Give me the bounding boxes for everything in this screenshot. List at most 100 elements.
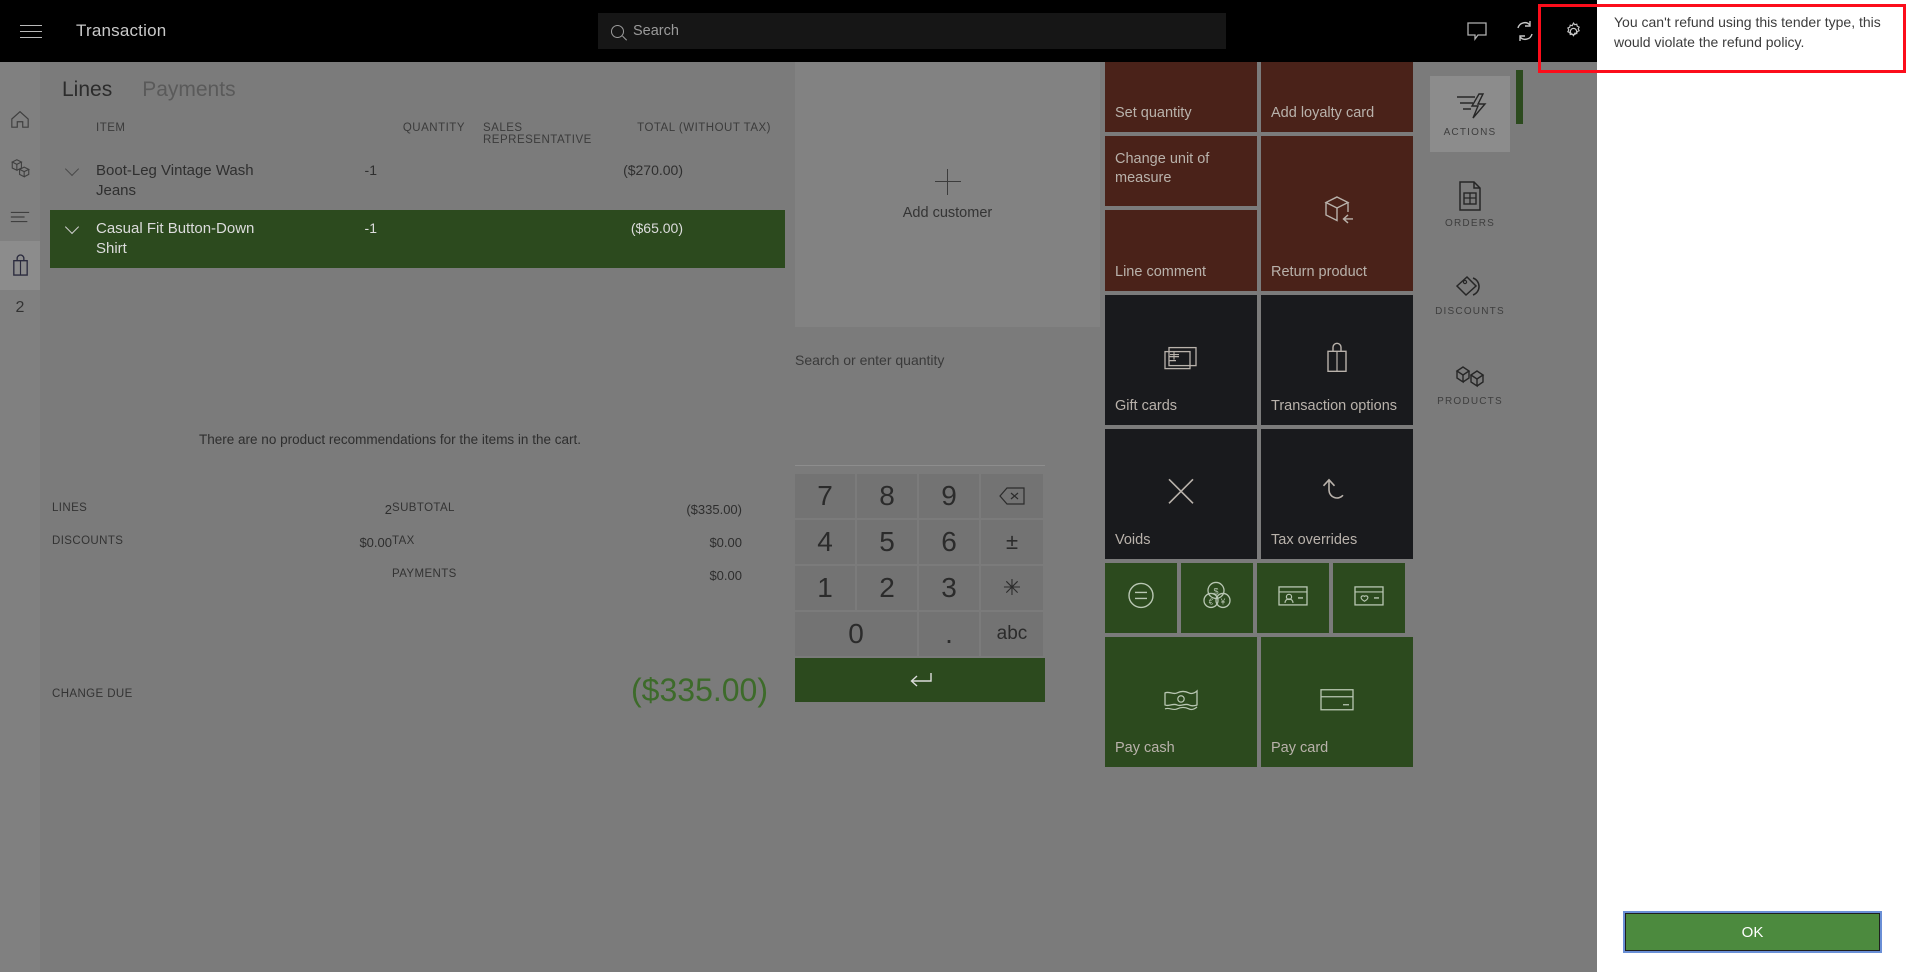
totals-lines-value: 2 (384, 502, 392, 517)
totals-discounts-value: $0.00 (359, 535, 392, 550)
tile-label: Voids (1115, 532, 1151, 548)
tile-label: Return product (1271, 264, 1367, 280)
tab-lines[interactable]: Lines (62, 78, 112, 102)
add-customer-button[interactable]: Add customer (795, 62, 1100, 327)
numpad-key-abc[interactable]: abc (981, 612, 1043, 656)
tile-label: Gift cards (1115, 398, 1178, 414)
nav-label: ORDERS (1445, 217, 1495, 229)
tile-pay-cash[interactable]: Pay cash (1105, 637, 1257, 767)
plus-icon (934, 168, 961, 195)
change-due-row: CHANGE DUE ($335.00) (52, 674, 782, 706)
numpad-key-1[interactable]: 1 (795, 566, 855, 610)
totals-subtotal-label: SUBTOTAL (392, 502, 455, 514)
column-header-total: TOTAL (WITHOUT TAX) (637, 122, 771, 134)
cash-icon (1105, 687, 1257, 713)
nav-item-products[interactable]: PRODUCTS (1430, 346, 1510, 422)
no-recommendations-message: There are no product recommendations for… (199, 432, 581, 447)
line-item-name: Boot-Leg Vintage Wash Jeans (96, 162, 254, 199)
tile-label: Tax overrides (1271, 532, 1358, 548)
tile-currency-coins[interactable]: $ € ¥ (1181, 563, 1253, 633)
tile-change-unit-of-measure[interactable]: Change unit of measure (1105, 136, 1257, 206)
asterisk-key[interactable]: ✳ (981, 566, 1043, 610)
actions-icon (1457, 92, 1487, 118)
change-due-value: ($335.00) (631, 672, 768, 708)
tile-tax-overrides[interactable]: Tax overrides (1261, 429, 1413, 559)
notifications-icon[interactable] (1453, 0, 1501, 62)
sidebar-item-home[interactable] (0, 94, 40, 143)
tile-loyalty-card[interactable] (1333, 563, 1405, 633)
sidebar-item-cart[interactable] (0, 241, 40, 290)
backspace-icon[interactable] (981, 474, 1043, 518)
hamburger-icon[interactable] (8, 0, 54, 62)
tile-pay-card[interactable]: Pay card (1261, 637, 1413, 767)
nav-item-orders[interactable]: ORDERS (1430, 166, 1510, 242)
table-row[interactable]: Boot-Leg Vintage Wash Jeans -1 ($270.00) (50, 152, 785, 210)
tile-add-loyalty-card[interactable]: Add loyalty card (1261, 62, 1413, 132)
nav-label: DISCOUNTS (1435, 305, 1505, 317)
numpad-key-2[interactable]: 2 (857, 566, 917, 610)
expand-chevron-icon[interactable] (50, 161, 96, 172)
numpad-key-7[interactable]: 7 (795, 474, 855, 518)
column-header-quantity: QUANTITY (402, 122, 465, 134)
close-x-icon (1105, 474, 1257, 508)
nav-item-discounts[interactable]: DISCOUNTS (1430, 256, 1510, 332)
page-title: Transaction (76, 21, 167, 40)
search-placeholder: Search (633, 23, 679, 39)
tile-line-comment[interactable]: Line comment (1105, 210, 1257, 291)
plus-minus-key[interactable]: ± (981, 520, 1043, 564)
action-tiles-panel: Set quantity Add loyalty card Change uni… (1105, 62, 1425, 972)
gift-card-icon (1105, 343, 1257, 373)
cart-icon (12, 254, 28, 276)
tab-payments[interactable]: Payments (142, 78, 235, 102)
line-item-name: Casual Fit Button-Down Shirt (96, 220, 255, 257)
orders-icon (1459, 180, 1481, 211)
search-input[interactable]: Search (598, 13, 1226, 49)
numpad-divider (795, 465, 1045, 466)
numpad-key-6[interactable]: 6 (919, 520, 979, 564)
top-app-bar: Transaction Search (0, 0, 1597, 62)
numpad-key-3[interactable]: 3 (919, 566, 979, 610)
numpad-key-8[interactable]: 8 (857, 474, 917, 518)
shopping-bag-icon (1261, 340, 1413, 374)
tile-customer-account[interactable] (1257, 563, 1329, 633)
tile-exact-amount[interactable] (1105, 563, 1177, 633)
tile-gift-cards[interactable]: Gift cards (1105, 295, 1257, 425)
expand-chevron-icon[interactable] (50, 219, 96, 230)
numpad-key-5[interactable]: 5 (857, 520, 917, 564)
svg-text:€: € (1209, 597, 1214, 606)
table-row[interactable]: Casual Fit Button-Down Shirt -1 ($65.00) (50, 210, 785, 268)
customer-and-numpad-panel: Add customer Search or enter quantity 7 … (795, 62, 1100, 972)
numeric-keypad: 7 8 9 4 5 6 ± 1 2 3 ✳ 0 . abc (795, 474, 1045, 702)
credit-card-icon (1261, 686, 1413, 714)
add-customer-label: Add customer (902, 204, 993, 221)
tile-return-product[interactable]: Return product (1261, 136, 1413, 291)
sidebar-item-products[interactable] (0, 143, 40, 192)
active-nav-indicator (1516, 70, 1523, 124)
numpad-enter-button[interactable] (795, 658, 1045, 702)
numpad-key-decimal[interactable]: . (919, 612, 979, 656)
journal-lines-icon (10, 211, 30, 222)
pos-main-area: Transaction Search 2 Lines Payments ITEM… (0, 0, 1597, 972)
transaction-cart-panel: Lines Payments ITEM QUANTITY SALES REPRE… (40, 62, 795, 972)
tile-transaction-options[interactable]: Transaction options (1261, 295, 1413, 425)
column-header-sales-rep: SALES REPRESENTATIVE (483, 122, 592, 146)
products-icon (10, 158, 30, 178)
numpad-key-0[interactable]: 0 (795, 612, 917, 656)
ok-button[interactable]: OK (1623, 911, 1882, 953)
tile-voids[interactable]: Voids (1105, 429, 1257, 559)
quantity-prompt-label: Search or enter quantity (795, 352, 945, 368)
column-header-item: ITEM (96, 122, 126, 134)
refund-policy-dialog: You can't refund using this tender type,… (1597, 0, 1910, 972)
nav-item-actions[interactable]: ACTIONS (1430, 76, 1510, 152)
sidebar-item-journal[interactable] (0, 192, 40, 241)
numpad-key-9[interactable]: 9 (919, 474, 979, 518)
sync-icon[interactable] (1501, 0, 1549, 62)
currency-coins-icon: $ € ¥ (1181, 579, 1253, 611)
settings-gear-icon[interactable] (1549, 0, 1597, 62)
cart-item-count: 2 (15, 299, 25, 316)
line-item-total: ($270.00) (623, 162, 683, 178)
svg-text:¥: ¥ (1220, 597, 1226, 606)
numpad-key-4[interactable]: 4 (795, 520, 855, 564)
tile-set-quantity[interactable]: Set quantity (1105, 62, 1257, 132)
totals-subtotal-value: ($335.00) (686, 502, 742, 517)
